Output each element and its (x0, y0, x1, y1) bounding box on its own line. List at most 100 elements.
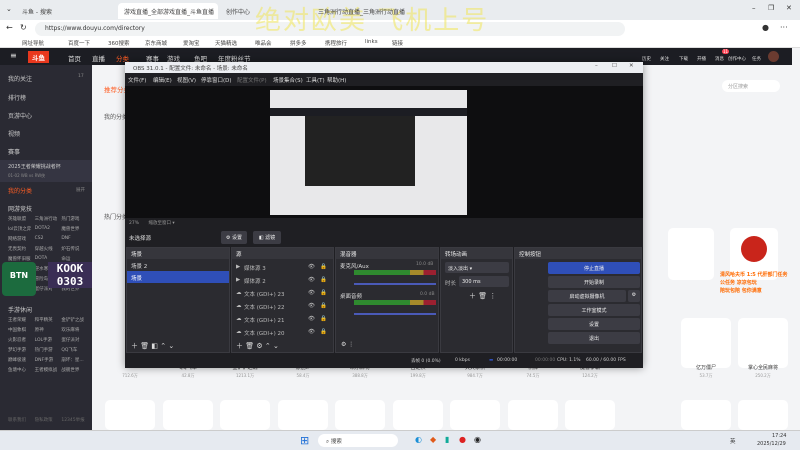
gear-icon[interactable]: ⚙ (256, 342, 262, 350)
bookmark[interactable]: 链接 (392, 39, 403, 47)
scene-item[interactable]: 场景 2 (127, 259, 229, 271)
nav-home[interactable]: 首页 (68, 53, 81, 63)
up-icon[interactable]: ⌃ (160, 342, 166, 350)
mic-volume-slider[interactable] (354, 283, 436, 285)
maximize-icon[interactable]: ❐ (768, 4, 774, 12)
expand-link[interactable]: 展开 (76, 187, 85, 193)
sidebar-category-link[interactable]: 战舰世界 (61, 367, 88, 373)
sidebar-category-link[interactable]: 炉石传说 (61, 246, 88, 252)
sidebar-category-link[interactable]: 热门游戏 (61, 216, 88, 222)
sidebar-item-ranking[interactable]: 排行榜 (8, 93, 26, 102)
studio-mode-button[interactable]: 工作室模式 (548, 304, 640, 316)
exit-button[interactable]: 退出 (548, 332, 640, 344)
game-card-name[interactable]: 掌心全民麻将 (733, 364, 793, 371)
game-card[interactable] (681, 400, 731, 430)
minimize-icon[interactable]: – (752, 4, 756, 12)
source-item[interactable]: ▶ 媒体源 2 👁 🔒 (232, 274, 332, 286)
game-card[interactable] (393, 400, 443, 430)
filters-button[interactable]: ◧ 滤镜 (253, 231, 281, 244)
tab-directory[interactable]: 游戏直播_全部游戏直播_斗鱼直播 (118, 3, 218, 19)
sidebar-category-link[interactable]: LOL手游 (35, 337, 62, 343)
sidebar-category-link[interactable]: 巅峰极速 (8, 357, 35, 363)
transition-buttons[interactable]: ＋ 🗑 ⋮ (469, 291, 496, 301)
my-category[interactable]: 我的分类 (8, 186, 32, 195)
bookmark[interactable]: 拼多多 (290, 39, 307, 47)
nav-messages[interactable]: 消息 (715, 56, 724, 62)
bookmark[interactable]: 唯品会 (255, 39, 272, 47)
sidebar-category-link[interactable]: 中国象棋 (8, 327, 35, 333)
menu-profile[interactable]: 配置文件(P) (237, 76, 267, 84)
visibility-icon[interactable]: 👁 (308, 316, 315, 322)
nav-tasks[interactable]: 任务 (752, 56, 761, 62)
bookmark[interactable]: 百度一下 (68, 39, 90, 47)
back-icon[interactable]: ← (6, 23, 13, 32)
lock-icon[interactable]: 🔒 (320, 264, 327, 270)
game-card[interactable] (450, 400, 500, 430)
start-icon[interactable]: ⊞ (300, 434, 309, 447)
more-icon[interactable]: ··· (780, 23, 788, 32)
obs-maximize-icon[interactable]: ☐ (612, 63, 617, 69)
visibility-icon[interactable]: 👁 (308, 290, 315, 296)
delete-icon[interactable]: 🗑 (140, 342, 149, 350)
sidebar-category-link[interactable]: CS2 (35, 236, 62, 242)
clock-time[interactable]: 17:24 (772, 433, 786, 439)
sidebar-category-link[interactable]: 鱼塘中心 (8, 367, 35, 373)
obs-close-icon[interactable]: ✕ (629, 63, 634, 69)
bookmark[interactable]: 天猫精选 (215, 39, 237, 47)
sidebar-item-webgames[interactable]: 页游中心 (8, 111, 32, 120)
sidebar-category-link[interactable]: 热门手游 (35, 347, 62, 353)
sidebar-category-link[interactable]: 原神 (35, 327, 62, 333)
bookmark[interactable]: 网址导航 (22, 39, 44, 47)
sidebar-category-link[interactable]: 和平精英 (35, 317, 62, 323)
obs-preview[interactable] (125, 86, 643, 218)
avatar[interactable] (768, 51, 779, 62)
sidebar-category-link[interactable]: DNF手游 (35, 357, 62, 363)
visibility-icon[interactable]: 👁 (308, 303, 315, 309)
bookmark[interactable]: 京东商城 (145, 39, 167, 47)
tab-search[interactable]: 斗鱼 - 搜索 (16, 3, 116, 19)
menu-help[interactable]: 帮助(H) (327, 76, 346, 84)
settings-button[interactable]: 设置 (548, 318, 640, 330)
game-card[interactable] (220, 400, 270, 430)
delete-icon[interactable]: 🗑 (245, 342, 254, 350)
bookmark[interactable]: 360搜索 (108, 39, 130, 47)
sidebar-category-link[interactable]: 崩坏：星... (61, 357, 88, 363)
bookmark[interactable]: 携程旅行 (325, 39, 347, 47)
visibility-icon[interactable]: 👁 (308, 329, 315, 335)
menu-tools[interactable]: 工具(T) (306, 76, 325, 84)
nav-creator[interactable]: 创作中心 (728, 56, 746, 62)
game-card[interactable] (668, 228, 714, 280)
desktop-volume-slider[interactable] (354, 313, 436, 315)
game-card[interactable] (681, 318, 731, 368)
profile-icon[interactable]: ● (762, 23, 769, 32)
sidebar-item-follow[interactable]: 我的关注 (8, 74, 32, 83)
sidebar-category-link[interactable]: QQ飞车 (61, 347, 88, 353)
game-card[interactable] (335, 400, 385, 430)
lock-icon[interactable]: 🔒 (320, 277, 327, 283)
game-card[interactable] (738, 400, 788, 430)
up-icon[interactable]: ⌃ (265, 342, 271, 350)
taskbar-search[interactable]: ⌕ 搜索 (318, 434, 398, 447)
lock-icon[interactable]: 🔒 (320, 329, 327, 335)
stop-streaming-button[interactable]: 停止直播 (548, 262, 640, 274)
close-icon[interactable]: ✕ (786, 4, 792, 12)
tab-delta[interactable]: 三角洲行动直播_三角洲行动直播 (314, 3, 432, 19)
bookmark[interactable]: 爱淘宝 (183, 39, 200, 47)
game-card[interactable] (738, 318, 788, 368)
virtual-camera-button[interactable]: 启动虚拟摄像机 (548, 290, 626, 302)
game-card-name[interactable]: 亿万僵尸 (676, 364, 736, 371)
footer-link[interactable]: 联系我们 (8, 417, 35, 423)
game-card[interactable] (163, 400, 213, 430)
nav-history[interactable]: 历史 (642, 56, 651, 62)
sidebar-category-link[interactable]: 穿越火线 (35, 246, 62, 252)
source-item[interactable]: ☁ 文本 (GDI+) 21 👁 🔒 (232, 313, 332, 325)
sidebar-category-link[interactable]: DNF (61, 236, 88, 242)
menu-icon[interactable]: ≡ (10, 51, 17, 60)
sidebar-category-link[interactable]: 蛋仔派对 (61, 337, 88, 343)
game-card[interactable] (508, 400, 558, 430)
app-icon[interactable]: ◆ (430, 435, 436, 444)
visibility-icon[interactable]: 👁 (308, 264, 315, 270)
game-card[interactable] (105, 400, 155, 430)
properties-button[interactable]: ⚙ 设置 (221, 231, 247, 244)
sidebar-category-link[interactable]: 王者模拟战 (35, 367, 62, 373)
